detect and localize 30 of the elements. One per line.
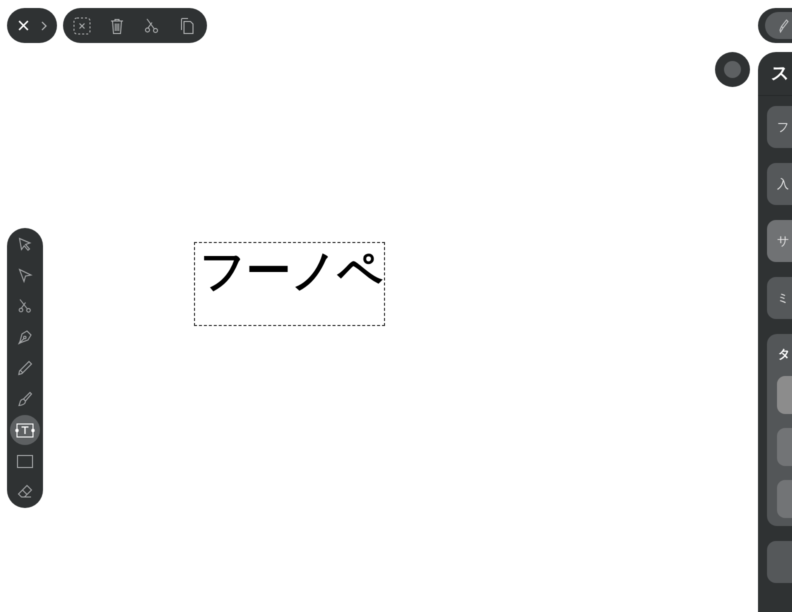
scissors-icon [17,298,33,314]
pen-nib-icon [17,329,33,345]
text-frame-icon [14,422,36,438]
close-icon[interactable] [18,20,29,31]
pen-icon [779,18,789,32]
pen-button[interactable] [765,12,792,39]
option-tile[interactable] [777,428,792,466]
brush-icon [17,391,33,407]
panel-button[interactable]: 入 [767,163,792,205]
tool-button[interactable] [10,415,40,445]
ring-icon[interactable] [715,52,750,87]
section-label: タ [777,346,791,362]
copy-icon[interactable] [178,16,196,34]
rectangle-icon [17,454,33,468]
option-tile[interactable] [777,376,792,414]
pointer-icon [17,236,33,252]
chevron-icon[interactable] [41,20,47,30]
panel-button[interactable]: ミ [767,277,792,319]
option-tile[interactable] [777,480,792,518]
panel-button[interactable]: サ [767,220,792,262]
canvas-text: フーノペ [200,246,383,296]
trash-icon[interactable] [108,16,126,34]
text-frame[interactable]: フーノペ [194,242,385,326]
deselect-icon[interactable] [73,16,91,34]
panel-button[interactable]: フ [767,106,792,148]
triangle-pointer-icon [17,267,33,283]
panel-title: ス [771,62,789,84]
pencil-icon [17,360,33,376]
eraser-icon [17,484,33,500]
scissors-icon[interactable] [143,16,161,34]
